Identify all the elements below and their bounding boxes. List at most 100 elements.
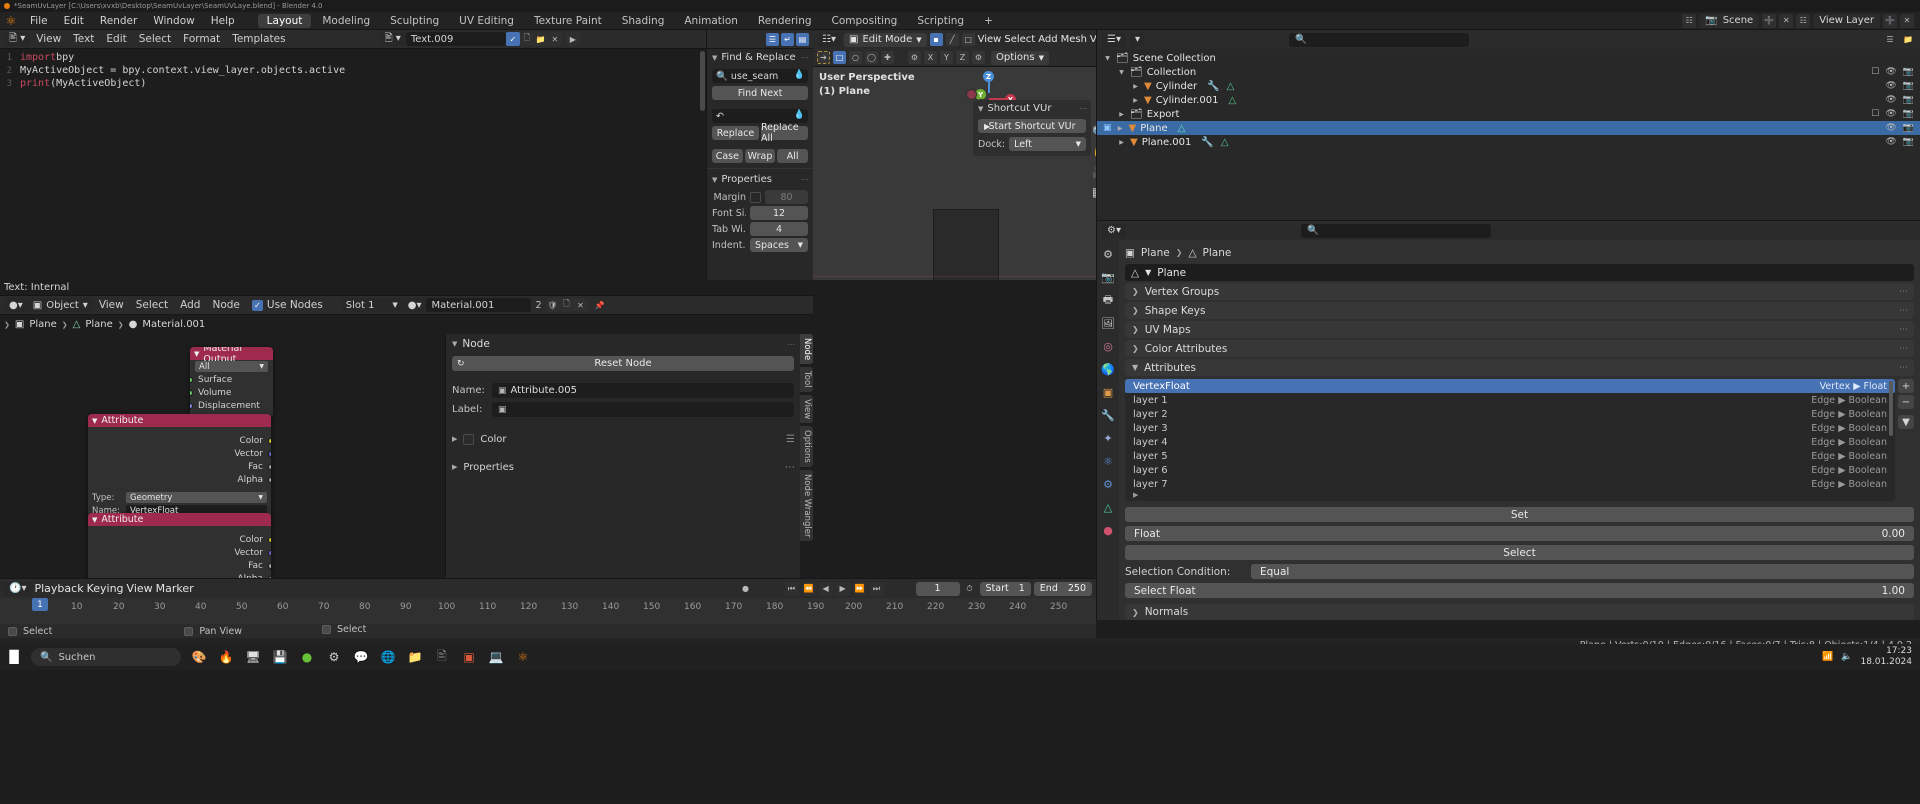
camera-icon[interactable]: 📷: [1903, 67, 1914, 77]
panel-color-attributes[interactable]: ❯ Color Attributes ⋯: [1125, 340, 1914, 357]
socket-color[interactable]: Color: [88, 434, 271, 447]
new-viewlayer-icon[interactable]: ➕: [1883, 13, 1897, 28]
shader-menu-add[interactable]: Add: [174, 296, 206, 315]
checkbox-icon[interactable]: ☐: [1871, 109, 1879, 119]
taskbar-app-icon-11[interactable]: ▣: [460, 648, 478, 666]
shader-tab-view[interactable]: View: [800, 394, 813, 423]
menu-window[interactable]: Window: [145, 12, 202, 30]
text-run-script-icon[interactable]: ▶: [565, 32, 580, 46]
tray-network-icon[interactable]: 📶: [1822, 652, 1833, 663]
replace-input[interactable]: ↶ 💧: [712, 109, 808, 123]
shader-tab-options[interactable]: Options: [800, 425, 813, 467]
attributes-list[interactable]: VertexFloat Vertex ▶ Float layer 1 Edge: [1125, 379, 1895, 501]
checkbox-icon[interactable]: ☐: [1871, 67, 1879, 77]
timeline-menu-view[interactable]: View: [127, 582, 153, 596]
camera-icon[interactable]: 📷: [1903, 123, 1914, 133]
shader-menu-view[interactable]: View: [93, 296, 130, 315]
workspace-tab-animation[interactable]: Animation: [675, 14, 747, 28]
taskbar-app-icon-1[interactable]: 🎨: [190, 648, 208, 666]
menu-help[interactable]: Help: [203, 12, 243, 30]
attribute-type-dropdown[interactable]: Geometry ▼: [126, 492, 267, 503]
tab-scene-icon[interactable]: ◎: [1100, 338, 1116, 354]
text-shield-icon[interactable]: ✓: [505, 32, 520, 46]
color-subpanel-header[interactable]: ▶ Color ☰: [452, 431, 795, 447]
filter-icon[interactable]: ☰: [1883, 33, 1897, 47]
mesh-data-icon[interactable]: △: [1178, 123, 1186, 134]
eye-icon[interactable]: 👁: [1885, 109, 1896, 119]
color-options-icon[interactable]: ☰: [786, 434, 795, 445]
taskbar-search-input[interactable]: 🔍 Suchen: [31, 648, 181, 666]
socket-vector[interactable]: Vector: [88, 447, 271, 460]
shader-menu-node[interactable]: Node: [206, 296, 245, 315]
node-panel-header[interactable]: ▼ Node ⋯: [446, 334, 800, 354]
attribute-row[interactable]: layer 6 Edge ▶ Boolean: [1125, 463, 1895, 477]
timeline-editor-type-icon[interactable]: 🕐▾: [4, 581, 32, 596]
select-button[interactable]: Select: [1125, 545, 1914, 560]
outliner-row-plane[interactable]: ▣ ▶ ▼ Plane △ 👁 📷: [1097, 121, 1920, 135]
interaction-mode-selector[interactable]: ▣ Edit Mode ▼: [843, 32, 927, 47]
text-menu-format[interactable]: Format: [177, 30, 226, 49]
dock-dropdown[interactable]: Left ▼: [1009, 137, 1086, 151]
select-lasso-icon[interactable]: ◯: [865, 51, 878, 64]
node-attribute-2[interactable]: ▼ Attribute Color Vector Fac: [88, 513, 271, 578]
all-toggle-button[interactable]: All: [777, 149, 809, 163]
disclosure-triangle-icon[interactable]: ▶: [1117, 111, 1126, 118]
panel-attributes[interactable]: ▼ Attributes ⋯: [1125, 359, 1914, 376]
shader-editor-type-icon[interactable]: ●▾: [4, 298, 28, 312]
menu-file[interactable]: File: [22, 12, 56, 30]
shader-tab-node[interactable]: Node: [800, 334, 813, 365]
panel-normals[interactable]: ❯ Normals: [1125, 604, 1914, 620]
outliner-display-mode[interactable]: ▾: [1129, 32, 1146, 47]
workspace-tab-shading[interactable]: Shading: [613, 14, 674, 28]
selection-condition-dropdown[interactable]: Equal: [1251, 564, 1914, 579]
disclosure-triangle-icon[interactable]: ▼: [1117, 69, 1126, 76]
vertex-select-mode-icon[interactable]: ▪: [929, 33, 943, 46]
workspace-tab-sculpting[interactable]: Sculpting: [381, 14, 448, 28]
attribute-row[interactable]: layer 1 Edge ▶ Boolean: [1125, 393, 1895, 407]
socket-fac[interactable]: Fac: [88, 559, 271, 572]
node-material-output-header[interactable]: ▼ Material Output: [190, 347, 273, 365]
eye-icon[interactable]: 👁: [1885, 95, 1896, 105]
tab-modifiers-icon[interactable]: 🔧: [1100, 407, 1116, 423]
taskbar-blender-icon[interactable]: ⚛: [514, 648, 532, 666]
prev-keyframe-icon[interactable]: ⏪: [801, 581, 816, 596]
float-value-field[interactable]: Float 0.00: [1125, 526, 1914, 541]
node-attribute-2-header[interactable]: ▼ Attribute: [88, 513, 271, 526]
camera-icon[interactable]: 📷: [1903, 137, 1914, 147]
outliner-row-export[interactable]: ▶ 🗂 Export ☐ 👁 📷: [1097, 107, 1920, 121]
workspace-tab-add[interactable]: +: [975, 14, 1002, 28]
sync-icon[interactable]: ⏱: [963, 582, 977, 596]
auto-keying-icon[interactable]: ●: [739, 582, 753, 596]
margin-checkbox[interactable]: [750, 191, 761, 203]
select-float-field[interactable]: Select Float 1.00: [1125, 583, 1914, 598]
indent-value[interactable]: Spaces ▼: [750, 238, 808, 252]
panel-vertex-groups[interactable]: ❯ Vertex Groups ⋯: [1125, 283, 1914, 300]
viewport-canvas[interactable]: User Perspective (1) Plane Z Y X 🔍 ✋ 🎥 ▦: [813, 67, 1113, 280]
scene-browse-icon[interactable]: ☷: [1682, 13, 1697, 28]
code-area[interactable]: 1 import bpy 2 MyActiveObject = bpy.cont…: [0, 49, 706, 280]
outliner-row-cylinder[interactable]: ▶ ▼ Cylinder 🔧 △ 👁 📷: [1097, 79, 1920, 93]
gizmo-axis-z[interactable]: Z: [983, 71, 994, 82]
socket-fac[interactable]: Fac: [88, 460, 271, 473]
shader-menu-select[interactable]: Select: [130, 296, 174, 315]
use-nodes-checkbox[interactable]: ✓: [251, 299, 263, 311]
taskbar-app-icon-7[interactable]: 💬: [352, 648, 370, 666]
eyedropper-icon[interactable]: 💧: [794, 110, 805, 120]
tab-object-icon[interactable]: ▣: [1100, 384, 1116, 400]
find-input[interactable]: 🔍 use_seam 💧: [712, 69, 808, 83]
disclosure-triangle-icon[interactable]: ▼: [1103, 55, 1112, 62]
margin-value[interactable]: 80: [765, 190, 808, 204]
material-name-field[interactable]: Material.001: [426, 298, 532, 312]
tab-world-icon[interactable]: 🌎: [1100, 361, 1116, 377]
viewport-menu-select[interactable]: Select: [1004, 33, 1035, 47]
node-material-output[interactable]: ▼ Material Output All ▼ Surface Volume D…: [190, 347, 273, 418]
text-menu-view[interactable]: View: [30, 30, 67, 49]
font-size-value[interactable]: 12: [750, 206, 808, 220]
outliner-row-scene-collection[interactable]: ▼ 🗂 Scene Collection: [1097, 51, 1920, 65]
timeline-menu-playback[interactable]: Playback: [34, 582, 83, 596]
taskbar-app-icon-4[interactable]: 💾: [271, 648, 289, 666]
attribute-row[interactable]: layer 2 Edge ▶ Boolean: [1125, 407, 1895, 421]
taskbar-app-icon-5[interactable]: ●: [298, 648, 316, 666]
add-attribute-button[interactable]: +: [1898, 379, 1914, 393]
node-attribute-1-header[interactable]: ▼ Attribute: [88, 414, 271, 427]
